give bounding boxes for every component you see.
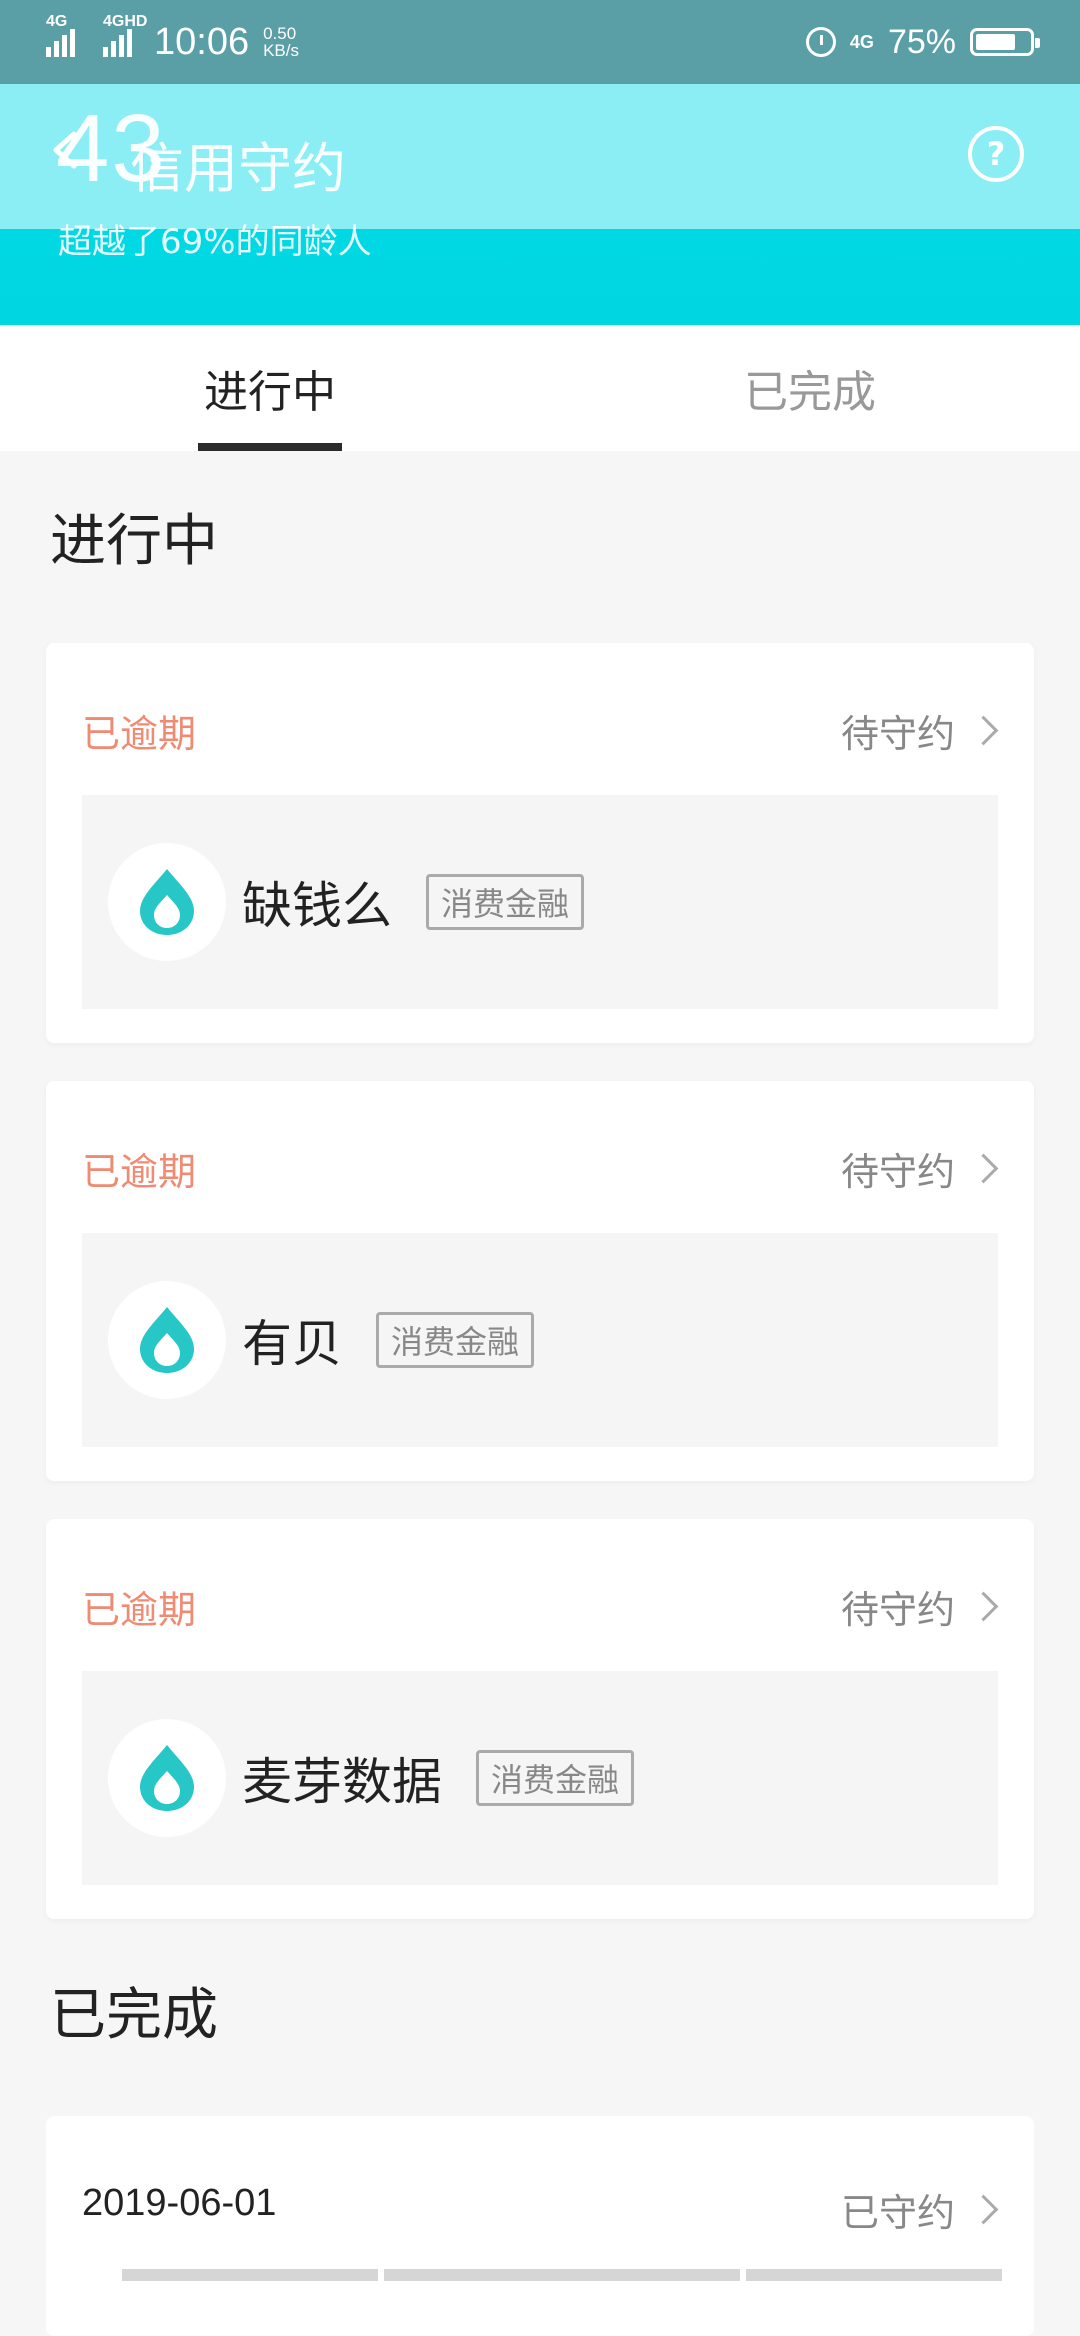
drop-logo-icon — [108, 1281, 226, 1399]
section-title-in-progress: 进行中 — [50, 509, 218, 574]
help-symbol: ? — [986, 135, 1006, 173]
card-state-label: 已守约 — [840, 2191, 955, 2235]
rank-subtitle: 超越了69%的同龄人 — [58, 222, 372, 262]
completed-date: 2019-06-01 — [82, 2182, 277, 2224]
card-state[interactable]: 已守约 — [840, 2182, 999, 2237]
signal-icon-2: 4GHD — [103, 13, 147, 57]
agreement-card[interactable]: 已逾期 待守约 麦芽数据 消费金融 — [46, 1519, 1034, 1919]
record-segment — [384, 2269, 740, 2281]
back-arrow-icon[interactable] — [48, 130, 88, 170]
speed-unit: KB/s — [263, 41, 299, 60]
status-overdue: 已逾期 — [82, 712, 197, 756]
record-strip — [122, 2269, 1002, 2281]
score-header: 43 信用守约 超越了69%的同龄人 ? — [0, 84, 1080, 325]
chevron-right-icon — [968, 2194, 999, 2225]
network-type: 4G — [849, 31, 874, 52]
speed-value: 0.50 — [263, 24, 297, 43]
card-state-label: 待守约 — [840, 1588, 955, 1632]
page-title: 信用守约 — [130, 137, 346, 200]
record-segment — [745, 2269, 1002, 2281]
agreement-card[interactable]: 已逾期 待守约 缺钱么 消费金融 — [46, 643, 1034, 1043]
company-name: 缺钱么 — [242, 877, 392, 935]
chevron-right-icon — [968, 715, 999, 746]
tab-bar: 进行中 已完成 — [0, 325, 1080, 451]
battery-icon — [970, 28, 1040, 56]
signal-label-2: 4GHD — [103, 13, 148, 30]
battery-fill — [976, 34, 1015, 50]
tab-in-progress[interactable]: 进行中 — [0, 325, 540, 451]
chevron-right-icon — [968, 1153, 999, 1184]
status-bar-right: 4G 75% — [805, 22, 1040, 62]
clock: 10:06 — [154, 20, 250, 63]
signal-label: 4G — [46, 13, 68, 30]
section-title-completed: 已完成 — [50, 1983, 218, 2048]
signal-icon: 4G — [46, 13, 75, 57]
battery-percent: 75% — [887, 22, 956, 61]
company-name: 有贝 — [242, 1315, 342, 1373]
company-row: 缺钱么 消费金融 — [82, 795, 998, 1009]
network-speed: 0.50 KB/s — [263, 25, 299, 59]
company-row: 麦芽数据 消费金融 — [82, 1671, 998, 1885]
status-bar: 4G 4GHD 10:06 0.50 KB/s 4G 75% — [0, 0, 1080, 84]
agreement-card[interactable]: 已逾期 待守约 有贝 消费金融 — [46, 1081, 1034, 1481]
drop-logo-icon — [108, 1719, 226, 1837]
alarm-icon — [805, 27, 836, 57]
record-segment — [122, 2269, 379, 2281]
company-row: 有贝 消费金融 — [82, 1233, 998, 1447]
card-state-label: 待守约 — [840, 1150, 955, 1194]
category-tag: 消费金融 — [426, 874, 585, 930]
category-tag: 消费金融 — [476, 1750, 635, 1806]
card-state-label: 待守约 — [840, 712, 955, 756]
card-state[interactable]: 待守约 — [840, 1141, 999, 1196]
status-overdue: 已逾期 — [82, 1588, 197, 1632]
tab-completed[interactable]: 已完成 — [540, 325, 1080, 451]
chevron-right-icon — [968, 1591, 999, 1622]
status-bar-left: 4G 4GHD 10:06 0.50 KB/s — [46, 13, 299, 64]
completed-card[interactable]: 2019-06-01 已守约 — [46, 2116, 1034, 2336]
category-tag: 消费金融 — [376, 1312, 535, 1368]
card-state[interactable]: 待守约 — [840, 703, 999, 758]
company-name: 麦芽数据 — [242, 1753, 442, 1811]
card-state[interactable]: 待守约 — [840, 1579, 999, 1634]
help-icon[interactable]: ? — [968, 126, 1024, 182]
drop-logo-icon — [108, 843, 226, 961]
status-overdue: 已逾期 — [82, 1150, 197, 1194]
